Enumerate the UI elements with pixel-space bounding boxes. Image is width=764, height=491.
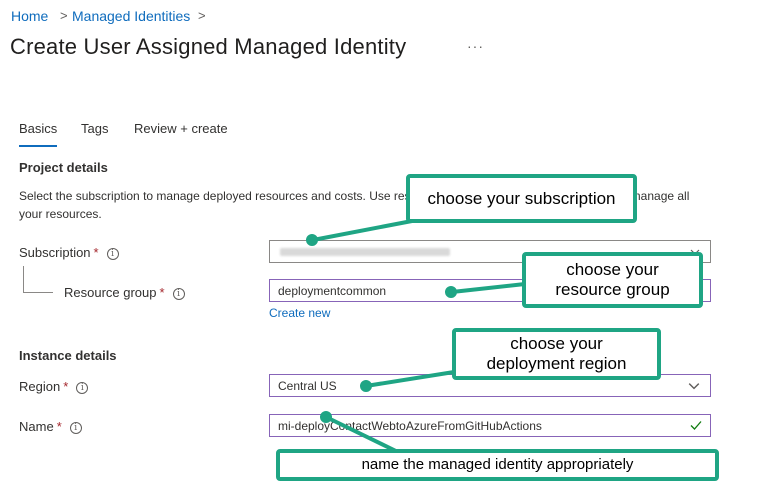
info-circle-icon[interactable]: i (172, 287, 185, 300)
callout-subscription: choose your subscription (406, 174, 637, 223)
info-circle-icon[interactable]: i (69, 421, 82, 434)
more-options-button[interactable]: ··· (467, 38, 484, 54)
chevron-down-icon (688, 383, 700, 390)
tab-review-create[interactable]: Review + create (134, 121, 228, 136)
arrow-subscription (312, 219, 413, 242)
callout-region-line2: deployment region (486, 354, 627, 373)
subscription-label-text: Subscription (19, 245, 91, 260)
callout-resource-group-line1: choose your (566, 260, 659, 279)
page-title: Create User Assigned Managed Identity (10, 34, 407, 59)
name-label-text: Name (19, 419, 54, 434)
callout-region: choose your deployment region (452, 328, 661, 380)
checkmark-icon (690, 421, 702, 430)
callout-resource-group-line2: resource group (555, 280, 670, 299)
region-value: Central US (278, 379, 337, 393)
resource-group-label-text: Resource group (64, 285, 157, 300)
active-tab-indicator (19, 145, 57, 147)
callout-name: name the managed identity appropriately (276, 449, 719, 481)
resource-group-value: deploymentcommon (278, 284, 387, 298)
tab-tags[interactable]: Tags (81, 121, 108, 136)
required-asterisk: * (159, 285, 165, 300)
required-asterisk: * (56, 419, 62, 434)
redacted-subscription-value (280, 248, 450, 256)
info-circle-icon[interactable]: i (106, 247, 119, 260)
subscription-label: Subscription * i (19, 245, 119, 260)
required-asterisk: * (63, 379, 69, 394)
project-details-heading: Project details (19, 160, 108, 175)
info-circle-icon[interactable]: i (76, 381, 89, 394)
name-label: Name * i (19, 419, 82, 434)
callout-region-line1: choose your (510, 334, 603, 353)
callout-resource-group: choose your resource group (522, 252, 703, 308)
tree-connector-horizontal (23, 292, 53, 293)
breadcrumb-separator: > (198, 8, 206, 23)
resource-group-label: Resource group * i (64, 285, 185, 300)
tree-connector-vertical (23, 266, 24, 293)
tab-basics[interactable]: Basics (19, 121, 57, 136)
callout-subscription-text: choose your subscription (427, 188, 616, 208)
instance-details-heading: Instance details (19, 348, 117, 363)
callout-name-text: name the managed identity appropriately (361, 456, 634, 473)
region-label: Region * i (19, 379, 89, 394)
name-input[interactable]: mi-deployContactWebtoAzureFromGitHubActi… (269, 414, 711, 437)
breadcrumb-separator: > (60, 8, 68, 23)
required-asterisk: * (93, 245, 99, 260)
name-value: mi-deployContactWebtoAzureFromGitHubActi… (278, 419, 542, 433)
create-new-link[interactable]: Create new (269, 306, 330, 320)
region-label-text: Region (19, 379, 61, 394)
breadcrumb-managed-identities[interactable]: Managed Identities (72, 8, 190, 24)
breadcrumb-home[interactable]: Home (11, 8, 48, 24)
